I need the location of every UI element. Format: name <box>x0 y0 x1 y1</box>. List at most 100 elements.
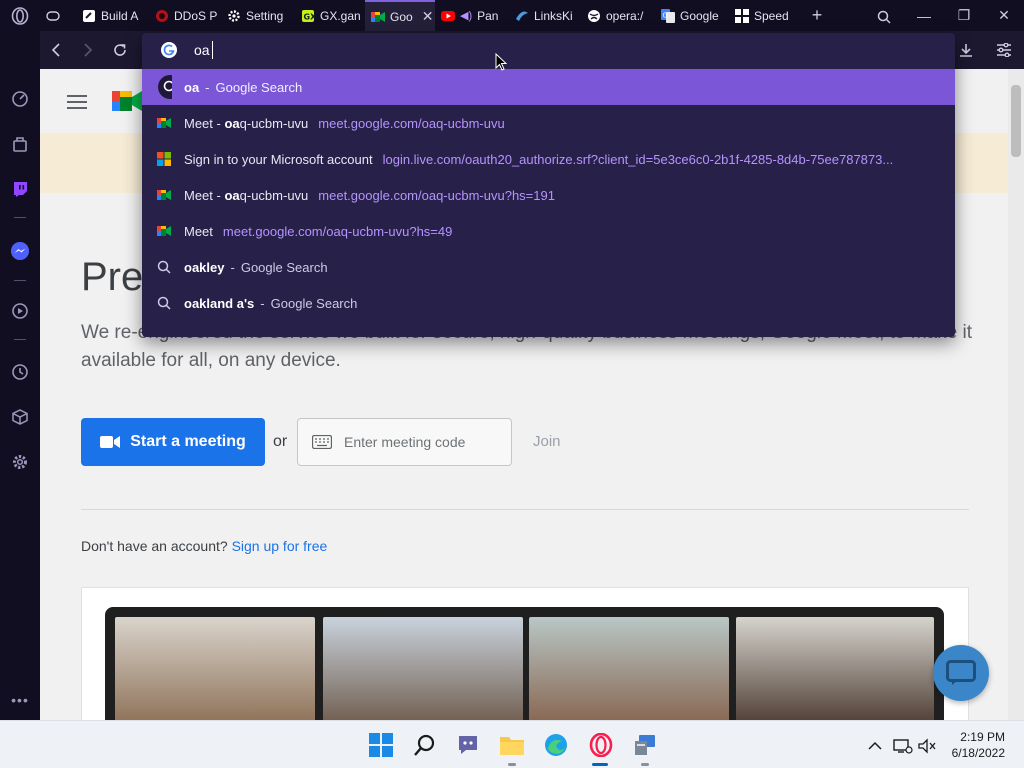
text-caret <box>212 41 213 59</box>
history-icon[interactable] <box>8 360 32 384</box>
edge-icon[interactable] <box>543 732 569 758</box>
tab-title: Speed <box>754 8 789 23</box>
no-account-text: Don't have an account? Sign up for free <box>81 538 327 554</box>
scrollbar[interactable] <box>1008 69 1024 720</box>
suggestion-item[interactable]: Meet - oaq-ucbm-uvu meet.google.com/oaq-u… <box>142 105 955 141</box>
messenger-icon[interactable] <box>8 239 32 263</box>
meeting-code-field[interactable] <box>297 418 512 466</box>
minimize-icon[interactable]: — <box>904 8 944 24</box>
remote-desktop-icon[interactable] <box>632 732 658 758</box>
google-icon <box>161 42 177 58</box>
easy-setup-icon[interactable] <box>988 34 1020 66</box>
file-explorer-icon[interactable] <box>499 732 525 758</box>
tab-title: LinksKi <box>534 8 573 23</box>
hamburger-menu-icon[interactable] <box>67 95 87 114</box>
restore-icon[interactable]: ❐ <box>944 7 984 24</box>
tab-0[interactable]: Build A <box>76 0 149 31</box>
suggestion-text: oakley - Google Search <box>184 259 328 275</box>
reload-button[interactable] <box>104 34 136 66</box>
tab-1[interactable]: DDoS P <box>149 0 221 31</box>
chat-icon <box>946 660 976 685</box>
meet-icon <box>156 187 172 203</box>
suggestion-url: meet.google.com/oaq-ucbm-uvu?hs=191 <box>318 187 555 203</box>
running-indicator <box>641 763 649 766</box>
chevron-up-icon[interactable] <box>862 733 888 759</box>
twitch-icon[interactable] <box>8 177 32 201</box>
suggestion-item[interactable]: Meet - oaq-ucbm-uvu meet.google.com/oaq-u… <box>142 177 955 213</box>
suggestion-text: Sign in to your Microsoft account login.l… <box>184 151 894 167</box>
tab-gx-controller[interactable] <box>40 0 76 31</box>
system-clock[interactable]: 2:19 PM 6/18/2022 <box>952 729 1005 761</box>
join-button[interactable]: Join <box>533 433 561 450</box>
no-account-label: Don't have an account? <box>81 538 228 554</box>
tab-2[interactable]: Setting <box>221 0 295 31</box>
network-icon[interactable] <box>890 733 916 759</box>
keyboard-icon <box>312 435 332 449</box>
tab-4[interactable]: Goo ✕ <box>365 0 435 31</box>
microsoft-icon <box>156 151 172 167</box>
gx-corner-icon[interactable] <box>8 132 32 156</box>
new-tab-button[interactable]: + <box>799 5 835 26</box>
settings-gear-icon[interactable] <box>8 450 32 474</box>
sidebar-divider <box>14 339 26 340</box>
extensions-cube-icon[interactable] <box>8 405 32 429</box>
youtube-icon <box>441 9 455 23</box>
suggestion-url: login.live.com/oauth20_authorize.srf?cli… <box>382 151 894 167</box>
player-icon[interactable] <box>8 299 32 323</box>
back-button[interactable] <box>40 34 72 66</box>
sidebar: ••• <box>0 31 40 720</box>
tab-title: Pan <box>477 8 499 23</box>
search-icon[interactable] <box>412 732 438 758</box>
mouse-cursor-icon <box>495 52 508 76</box>
signup-link[interactable]: Sign up for free <box>232 538 328 554</box>
participant-tile <box>115 617 315 720</box>
gear-icon <box>227 9 241 23</box>
gx-games-icon: GX <box>301 9 315 23</box>
suggestion-item[interactable]: oa - Google Search <box>142 69 955 105</box>
sidebar-divider <box>14 280 26 281</box>
google-translate-icon: G <box>661 8 675 23</box>
tab-search-icon[interactable] <box>864 7 904 24</box>
meet-icon <box>371 10 385 24</box>
suggestion-item[interactable]: Sign in to your Microsoft account login.l… <box>142 141 955 177</box>
gamepad-icon <box>46 9 60 23</box>
start-meeting-button[interactable]: Start a meeting <box>81 418 265 466</box>
search-icon <box>156 295 172 311</box>
scrollbar-thumb[interactable] <box>1011 85 1021 157</box>
or-label: or <box>273 433 288 450</box>
search-icon <box>156 259 172 275</box>
tab-3[interactable]: GX GX.gan <box>295 0 365 31</box>
tab-9[interactable]: Speed <box>729 0 799 31</box>
address-bar[interactable]: oa <box>142 33 955 69</box>
opera-gx-logo-icon[interactable] <box>0 0 40 31</box>
opera-gx-icon[interactable] <box>588 732 614 758</box>
forward-button[interactable] <box>72 34 104 66</box>
teams-chat-icon[interactable] <box>455 732 481 758</box>
tab-8[interactable]: G Google <box>655 0 729 31</box>
address-input[interactable]: oa <box>194 42 210 58</box>
close-icon[interactable]: ✕ <box>422 8 434 25</box>
video-camera-icon <box>100 436 121 448</box>
tab-6[interactable]: LinksKi <box>509 0 581 31</box>
more-options-icon[interactable]: ••• <box>8 688 32 712</box>
suggestion-text: Meet - oaq-ucbm-uvu meet.google.com/oaq-u… <box>184 115 505 131</box>
suggestion-url: meet.google.com/oaq-ucbm-uvu?hs=49 <box>222 223 453 239</box>
chat-support-button[interactable] <box>933 645 989 701</box>
windows-start-icon[interactable] <box>368 732 394 758</box>
meeting-code-input[interactable] <box>344 434 504 450</box>
volume-muted-icon[interactable] <box>914 733 940 759</box>
linkski-icon <box>515 9 529 23</box>
gx-control-icon[interactable] <box>8 87 32 111</box>
suggestion-item[interactable]: Meet meet.google.com/oaq-ucbm-uvu?hs=49 <box>142 213 955 249</box>
suggestion-item[interactable]: oakland a's - Google Search <box>142 285 955 321</box>
close-window-icon[interactable]: ✕ <box>984 7 1024 24</box>
suggestion-item[interactable]: oakley - Google Search <box>142 249 955 285</box>
clock-time: 2:19 PM <box>960 730 1005 744</box>
suggestion-text: Meet meet.google.com/oaq-ucbm-uvu?hs=49 <box>184 223 453 239</box>
build-icon <box>82 9 96 23</box>
tab-7[interactable]: opera:/ <box>581 0 655 31</box>
participant-tile <box>323 617 523 720</box>
tab-title: Google <box>680 8 719 23</box>
tab-5[interactable]: ◀) Pan <box>435 0 509 31</box>
google-meet-logo <box>112 89 142 113</box>
